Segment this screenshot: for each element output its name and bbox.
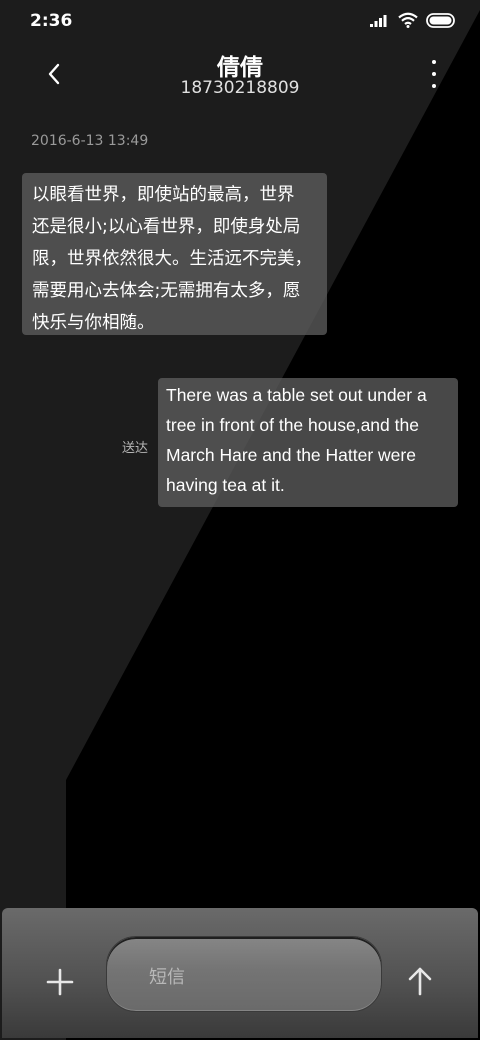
contact-number: 18730218809 <box>180 78 300 98</box>
background-diagonal-shape <box>0 0 480 1040</box>
more-dot-icon <box>432 84 436 88</box>
add-attachment-button[interactable] <box>44 966 76 998</box>
status-bar: 2:36 <box>0 0 480 42</box>
battery-icon <box>426 12 455 28</box>
message-timestamp: 2016-6-13 13:49 <box>31 133 149 149</box>
compose-bar: 短信 <box>2 908 478 1038</box>
conversation-header: 倩倩 18730218809 <box>0 44 480 104</box>
status-time: 2:36 <box>30 11 73 31</box>
signal-icon <box>370 15 387 27</box>
message-input[interactable]: 短信 <box>106 936 382 1012</box>
send-button[interactable] <box>404 964 436 998</box>
more-dot-icon <box>432 60 436 64</box>
wifi-icon <box>398 12 418 28</box>
status-icons <box>370 12 456 28</box>
contact-name: 倩倩 <box>217 55 263 81</box>
delivery-status: 送达 <box>122 441 149 456</box>
message-input-placeholder: 短信 <box>149 967 185 988</box>
messaging-screen: 2:36 倩倩 18730218809 2016-6-13 13:49 以眼看世… <box>0 0 480 1040</box>
incoming-message-bubble[interactable]: 以眼看世界，即使站的最高，世界 还是很小;以心看世界，即使身处局 限，世界依然很… <box>22 173 327 335</box>
arrow-up-icon <box>408 967 432 996</box>
plus-icon <box>46 968 74 996</box>
outgoing-message-bubble[interactable]: There was a table set out under a tree i… <box>158 378 458 507</box>
more-options-button[interactable] <box>428 60 440 88</box>
more-dot-icon <box>432 72 436 76</box>
